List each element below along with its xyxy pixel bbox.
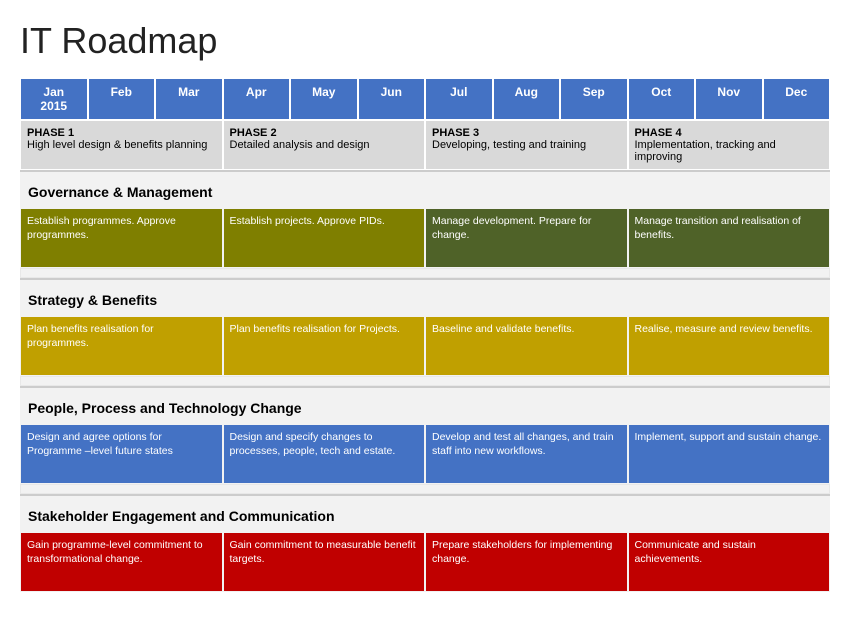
- content-cell: Plan benefits realisation for Projects.: [223, 316, 426, 376]
- header-dec: Dec: [763, 78, 831, 120]
- people-content-row: Design and agree options for Programme –…: [20, 424, 830, 484]
- strategy-label: Strategy & Benefits: [20, 284, 830, 312]
- content-cell: Plan benefits realisation for programmes…: [20, 316, 223, 376]
- people-section-header: People, Process and Technology Change: [20, 386, 830, 424]
- header-feb: Feb: [88, 78, 156, 120]
- governance-section-header: Governance & Management: [20, 170, 830, 208]
- month-header-row: Jan2015 Feb Mar Apr May Jun Jul Aug Sep …: [20, 78, 830, 120]
- phase-3-block: PHASE 3 Developing, testing and training: [425, 120, 628, 170]
- header-aug: Aug: [493, 78, 561, 120]
- spacer-2: [20, 376, 830, 386]
- header-jan: Jan2015: [20, 78, 88, 120]
- phase-2-block: PHASE 2 Detailed analysis and design: [223, 120, 426, 170]
- content-cell: Communicate and sustain achievements.: [628, 532, 831, 592]
- header-jul: Jul: [425, 78, 493, 120]
- content-cell: Establish programmes. Approve programmes…: [20, 208, 223, 268]
- header-jun: Jun: [358, 78, 426, 120]
- header-mar: Mar: [155, 78, 223, 120]
- header-may: May: [290, 78, 358, 120]
- content-cell: Develop and test all changes, and train …: [425, 424, 628, 484]
- spacer-3: [20, 484, 830, 494]
- page-title: IT Roadmap: [20, 20, 830, 62]
- content-cell: Design and agree options for Programme –…: [20, 424, 223, 484]
- content-cell: Gain commitment to measurable benefit ta…: [223, 532, 426, 592]
- governance-label: Governance & Management: [20, 176, 830, 204]
- content-cell: Design and specify changes to processes,…: [223, 424, 426, 484]
- header-oct: Oct: [628, 78, 696, 120]
- stakeholder-content-row: Gain programme-level commitment to trans…: [20, 532, 830, 592]
- phase-4-block: PHASE 4 Implementation, tracking and imp…: [628, 120, 831, 170]
- content-cell: Prepare stakeholders for implementing ch…: [425, 532, 628, 592]
- strategy-section-header: Strategy & Benefits: [20, 278, 830, 316]
- roadmap-grid: Jan2015 Feb Mar Apr May Jun Jul Aug Sep …: [20, 78, 830, 592]
- content-cell: Baseline and validate benefits.: [425, 316, 628, 376]
- governance-content-row: Establish programmes. Approve programmes…: [20, 208, 830, 268]
- stakeholder-section-header: Stakeholder Engagement and Communication: [20, 494, 830, 532]
- content-cell: Implement, support and sustain change.: [628, 424, 831, 484]
- spacer-1: [20, 268, 830, 278]
- people-label: People, Process and Technology Change: [20, 392, 830, 420]
- strategy-content-row: Plan benefits realisation for programmes…: [20, 316, 830, 376]
- phase-row: PHASE 1 High level design & benefits pla…: [20, 120, 830, 170]
- content-cell: Manage development. Prepare for change.: [425, 208, 628, 268]
- content-cell: Gain programme-level commitment to trans…: [20, 532, 223, 592]
- header-sep: Sep: [560, 78, 628, 120]
- content-cell: Manage transition and realisation of ben…: [628, 208, 831, 268]
- stakeholder-label: Stakeholder Engagement and Communication: [20, 500, 830, 528]
- header-nov: Nov: [695, 78, 763, 120]
- content-cell: Establish projects. Approve PIDs.: [223, 208, 426, 268]
- header-apr: Apr: [223, 78, 291, 120]
- phase-1-block: PHASE 1 High level design & benefits pla…: [20, 120, 223, 170]
- content-cell: Realise, measure and review benefits.: [628, 316, 831, 376]
